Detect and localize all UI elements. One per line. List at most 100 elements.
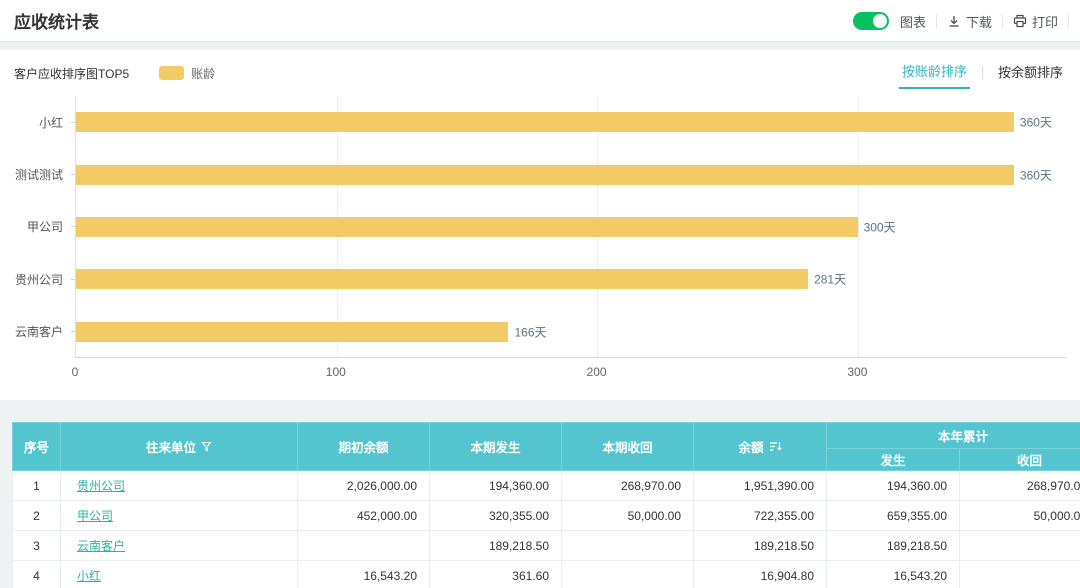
bar-value-label: 360天 [1014,114,1052,131]
customer-cell: 云南客户 [61,531,298,561]
amount-cell: 189,218.50 [430,531,562,561]
page-title: 应收统计表 [14,8,99,33]
bar-chart: 小红360天测试测试360天甲公司300天贵州公司281天云南客户166天 01… [0,96,1080,383]
amount-cell: 659,355.00 [827,501,960,531]
amount-cell [298,531,430,561]
table-row: 3云南客户189,218.50189,218.50189,218.50 [13,531,1080,561]
chart-card: 客户应收排序图TOP5 账龄 按账龄排序 按余额排序 小红360天测试测试360… [0,50,1080,400]
amount-cell [562,531,694,561]
chart-plot-area: 小红360天测试测试360天甲公司300天贵州公司281天云南客户166天 [75,96,1066,358]
chart-bar-row: 云南客户166天 [76,306,1066,358]
amount-cell: 320,355.00 [430,501,562,531]
amount-cell: 194,360.00 [827,471,960,501]
amount-cell: 361.60 [430,561,562,588]
y-axis-label: 小红 [1,114,63,131]
row-index-cell: 3 [13,531,61,561]
top-bar: 应收统计表 图表 下载 打印 刷新 [0,0,1080,42]
amount-cell [562,561,694,588]
col-header-customer[interactable]: 往来单位 [61,423,298,471]
amount-cell [960,531,1080,561]
customer-link[interactable]: 小红 [77,569,101,583]
chart-title: 客户应收排序图TOP5 [14,65,129,82]
col-header-current-collected: 本期收回 [562,423,694,471]
legend-swatch [159,66,184,80]
col-header-balance[interactable]: 余额 [694,423,827,471]
chart-bar-row: 甲公司300天 [76,201,1066,253]
x-axis-tick-label: 300 [847,365,867,379]
amount-cell: 16,543.20 [827,561,960,588]
toolbar-divider [1068,14,1069,28]
tab-sort-by-balance[interactable]: 按余额排序 [995,58,1066,88]
chart-bar-row: 小红360天 [76,96,1066,148]
download-label: 下载 [966,12,992,31]
receivables-table: 序号 往来单位 期初余额 本期发生 本期收回 余额 [12,422,1080,588]
x-axis-tick-label: 100 [326,365,346,379]
table-row: 2甲公司452,000.00320,355.0050,000.00722,355… [13,501,1080,531]
customer-cell: 小红 [61,561,298,588]
bar[interactable] [76,112,1014,132]
bar-value-label: 166天 [508,323,546,340]
y-axis-tick [71,226,76,227]
amount-cell: 268,970.00 [562,471,694,501]
y-axis-tick [71,279,76,280]
customer-cell: 贵州公司 [61,471,298,501]
bar-value-label: 300天 [858,218,896,235]
chart-bar-row: 贵州公司281天 [76,253,1066,305]
customer-link[interactable]: 云南客户 [77,539,125,553]
amount-cell: 452,000.00 [298,501,430,531]
y-axis-tick [71,174,76,175]
amount-cell: 1,951,390.00 [694,471,827,501]
toolbar-divider [1002,14,1003,28]
y-axis-label: 贵州公司 [1,271,63,288]
amount-cell: 194,360.00 [430,471,562,501]
customer-link[interactable]: 贵州公司 [77,479,125,493]
sort-descending-icon[interactable] [769,441,782,452]
bar[interactable] [76,217,858,237]
tab-divider [982,66,983,80]
legend-label: 账龄 [191,65,215,82]
bar-value-label: 360天 [1014,166,1052,183]
x-axis-tick-label: 200 [587,365,607,379]
row-index-cell: 2 [13,501,61,531]
amount-cell: 189,218.50 [827,531,960,561]
sort-tabs: 按账龄排序 按余额排序 [899,57,1066,89]
bar[interactable] [76,322,508,342]
amount-cell: 268,970.00 [960,471,1080,501]
toggle-on-icon[interactable] [853,12,889,30]
print-button[interactable]: 打印 [1013,12,1058,31]
table-body: 1贵州公司2,026,000.00194,360.00268,970.001,9… [13,471,1080,588]
toolbar-divider [936,14,937,28]
chart-toggle[interactable]: 图表 [853,12,926,31]
row-index-cell: 1 [13,471,61,501]
amount-cell: 189,218.50 [694,531,827,561]
y-axis-label: 云南客户 [1,323,63,340]
download-icon [947,14,961,28]
bar[interactable] [76,165,1014,185]
customer-link[interactable]: 甲公司 [77,509,113,523]
col-header-opening-balance: 期初余额 [298,423,430,471]
y-axis-tick [71,331,76,332]
legend-item-aging[interactable]: 账龄 [159,65,215,82]
y-axis-label: 甲公司 [1,218,63,235]
col-header-year-total: 本年累计 [827,423,1080,449]
amount-cell: 50,000.00 [562,501,694,531]
col-header-index: 序号 [13,423,61,471]
download-button[interactable]: 下载 [947,12,992,31]
col-header-current-incurred: 本期发生 [430,423,562,471]
toolbar: 图表 下载 打印 刷新 [853,0,1080,42]
tab-sort-by-aging[interactable]: 按账龄排序 [899,57,970,89]
y-axis-tick [71,122,76,123]
col-header-year-collected: 收回 [960,449,1080,471]
table-row: 4小红16,543.20361.6016,904.8016,543.20 [13,561,1080,588]
bar[interactable] [76,269,808,289]
customer-cell: 甲公司 [61,501,298,531]
col-header-year-incurred: 发生 [827,449,960,471]
chart-card-header: 客户应收排序图TOP5 账龄 按账龄排序 按余额排序 [0,50,1080,86]
print-label: 打印 [1032,12,1058,31]
amount-cell: 50,000.00 [960,501,1080,531]
x-axis-tick-label: 0 [72,365,79,379]
x-axis: 0 100 200 300 [75,365,1066,383]
amount-cell: 16,543.20 [298,561,430,588]
row-index-cell: 4 [13,561,61,588]
filter-funnel-icon[interactable] [201,441,212,452]
